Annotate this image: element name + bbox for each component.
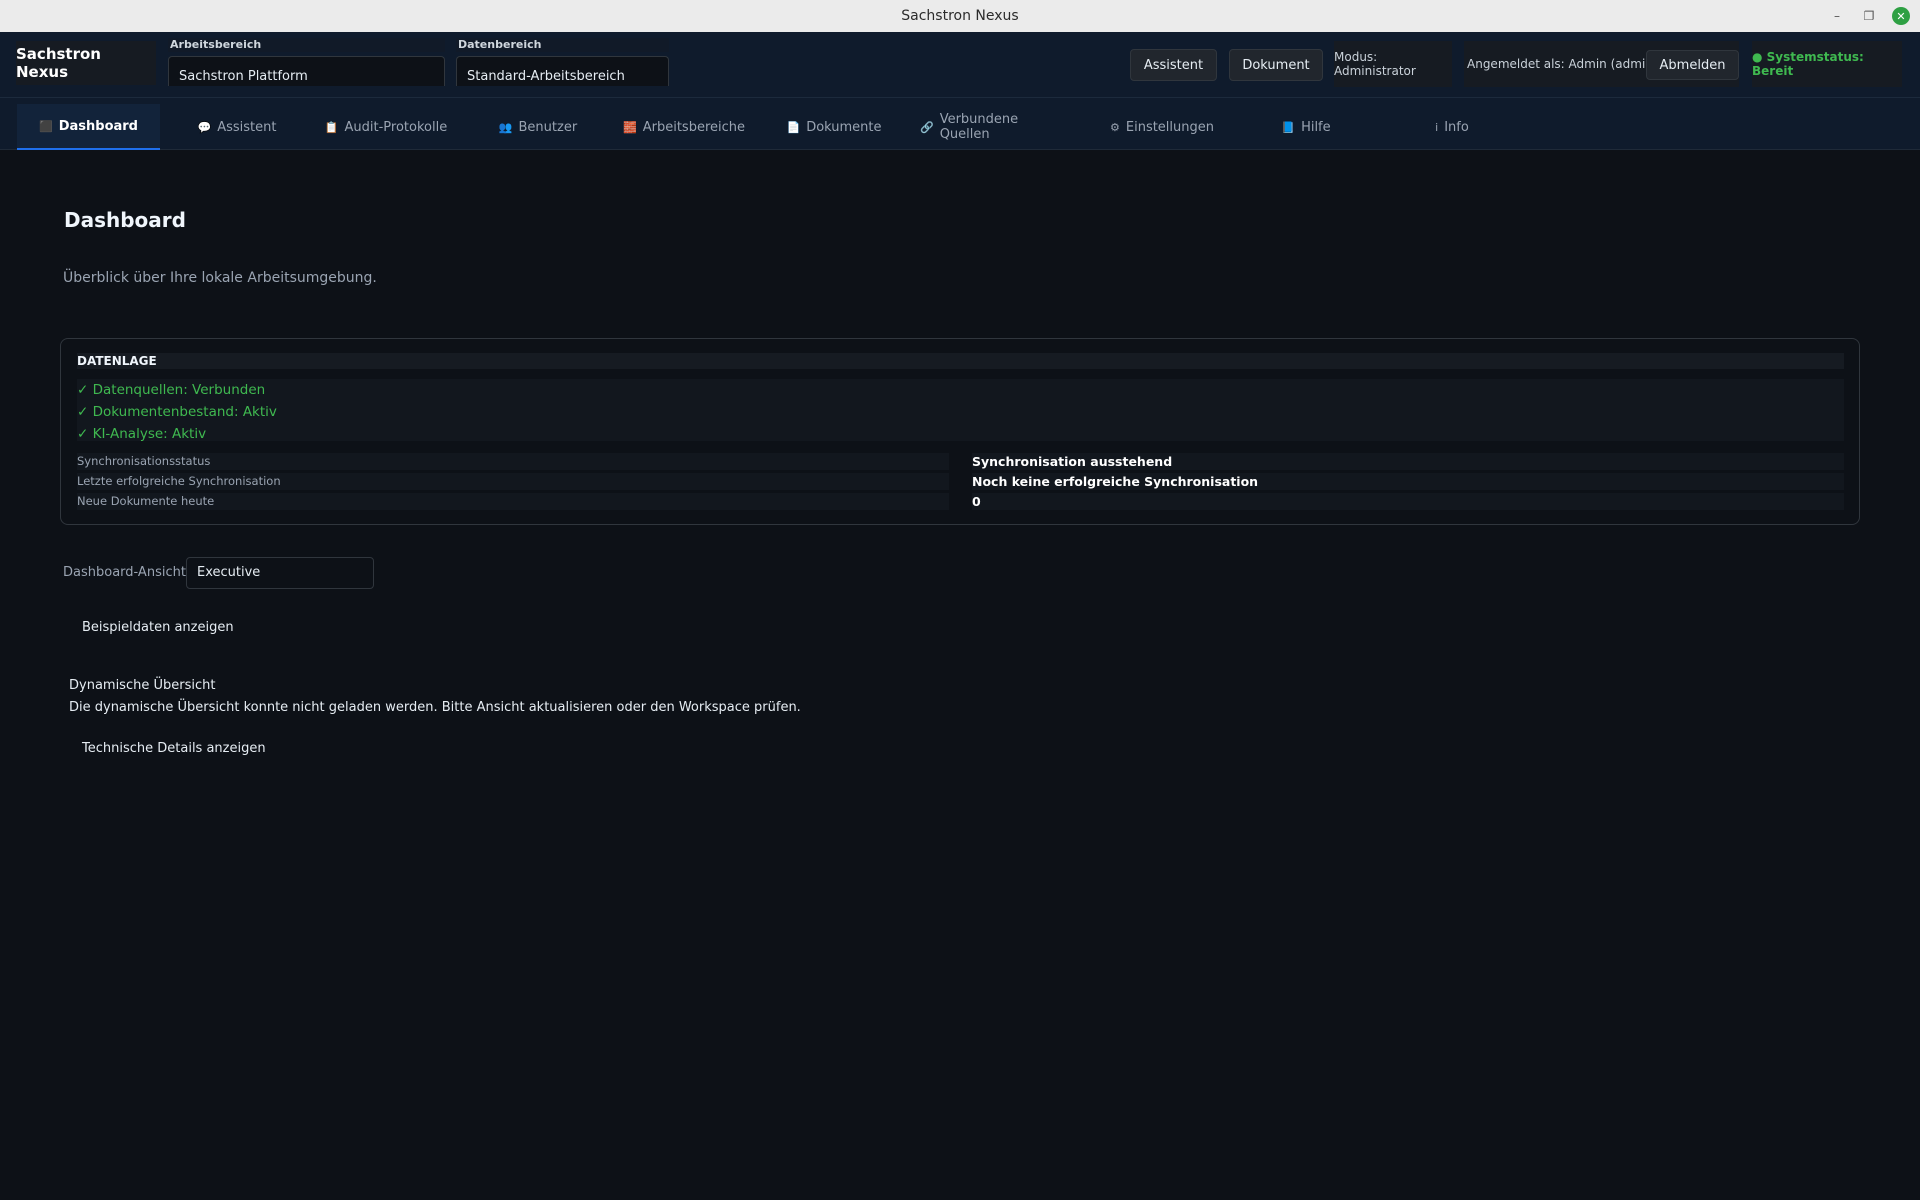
tab-label: Benutzer [518,119,578,135]
datenlage-card: DATENLAGE ✓ Datenquellen: Verbunden ✓ Do… [60,338,1860,525]
kv-row: Letzte erfolgreiche Synchronisation Noch… [77,473,1844,490]
window-titlebar: Sachstron Nexus – ❐ ✕ [0,0,1920,32]
document-icon: 📄 [786,120,801,134]
system-status-badge: ● Systemstatus: Bereit [1752,41,1902,87]
app-header: Sachstron Nexus Arbeitsbereich Sachstron… [0,32,1920,98]
kv-value: 0 [972,493,1844,510]
close-icon[interactable]: ✕ [1892,7,1910,25]
status-checks: ✓ Datenquellen: Verbunden ✓ Dokumentenbe… [77,379,1844,442]
tab-label: Dokumente [806,119,882,135]
minimize-icon[interactable]: – [1828,7,1846,25]
kv-value: Noch keine erfolgreiche Synchronisation [972,473,1844,490]
tab-workspaces[interactable]: 🧱 Arbeitsbereiche [623,104,745,150]
logout-button[interactable]: Abmelden [1646,50,1739,80]
tab-label: Verbundene Quellen [939,112,1019,142]
main-tabs: ⬛ Dashboard 💬 Assistent 📋 Audit-Protokol… [0,98,1920,150]
workspace-label: Arbeitsbereich [168,38,445,52]
gear-icon: ⚙ [1110,120,1120,134]
workspace-select[interactable]: Sachstron Plattform [168,56,445,86]
datarange-select[interactable]: Standard-Arbeitsbereich [456,56,669,86]
tab-label: Assistent [217,119,277,135]
logged-in-text: Angemeldet als: Admin (admin) [1467,57,1658,71]
tab-help[interactable]: 📘 Hilfe [1276,104,1336,150]
assistant-button[interactable]: Assistent [1130,49,1217,81]
kv-key: Synchronisationsstatus [77,453,949,470]
kv-key: Letzte erfolgreiche Synchronisation [77,473,949,490]
tab-label: Dashboard [58,118,138,134]
dashboard-view-select[interactable]: Executive [186,557,374,589]
clipboard-icon: 📋 [324,120,339,134]
info-icon: i [1435,120,1439,134]
bricks-icon: 🧱 [623,120,637,134]
brand-logo: Sachstron Nexus [16,41,156,85]
datenlage-heading: DATENLAGE [77,353,1844,369]
book-icon: 📘 [1281,120,1296,134]
tab-info[interactable]: i Info [1430,104,1474,150]
dynamic-overview-error: Die dynamische Übersicht konnte nicht ge… [69,700,801,715]
page-subtitle: Überblick über Ihre lokale Arbeitsumgebu… [63,270,377,286]
document-button[interactable]: Dokument [1229,49,1323,81]
tab-dashboard[interactable]: ⬛ Dashboard [17,104,160,150]
kv-row: Synchronisationsstatus Synchronisation a… [77,453,1844,470]
kv-row: Neue Dokumente heute 0 [77,493,1844,510]
tab-assistant[interactable]: 💬 Assistent [192,104,282,150]
tab-users[interactable]: 👥 Benutzer [494,104,582,150]
restore-icon[interactable]: ❐ [1860,7,1878,25]
link-icon: 🔗 [920,120,934,134]
tab-label: Audit-Protokolle [344,119,448,135]
kv-value: Synchronisation ausstehend [972,453,1844,470]
dashboard-icon: ⬛ [39,119,53,133]
tab-label: Hilfe [1301,119,1331,135]
dashboard-view-label: Dashboard-Ansicht [63,565,186,580]
tab-label: Arbeitsbereiche [642,119,745,135]
dynamic-overview-title: Dynamische Übersicht [69,678,216,693]
check-item: ✓ KI-Analyse: Aktiv [77,426,207,442]
tab-connected-sources[interactable]: 🔗 Verbundene Quellen [920,104,1070,150]
workspace-selector[interactable]: Arbeitsbereich Sachstron Plattform [168,38,445,86]
tab-label: Einstellungen [1125,119,1214,135]
check-item: ✓ Datenquellen: Verbunden [77,382,266,398]
window-controls: – ❐ ✕ [1828,0,1910,32]
tab-audit-logs[interactable]: 📋 Audit-Protokolle [322,104,450,150]
page-title: Dashboard [64,208,186,232]
show-technical-details-button[interactable]: Technische Details anzeigen [82,741,266,756]
datarange-label: Datenbereich [456,38,669,52]
users-icon: 👥 [498,120,513,134]
tab-settings[interactable]: ⚙ Einstellungen [1106,104,1218,150]
chat-icon: 💬 [197,120,212,134]
mode-indicator: Modus: Administrator [1334,41,1452,87]
tab-label: Info [1444,119,1469,135]
tab-documents[interactable]: 📄 Dokumente [784,104,884,150]
show-sample-data-button[interactable]: Beispieldaten anzeigen [82,620,234,635]
datarange-selector[interactable]: Datenbereich Standard-Arbeitsbereich [456,38,669,86]
window-title: Sachstron Nexus [901,8,1019,24]
kv-key: Neue Dokumente heute [77,493,949,510]
check-item: ✓ Dokumentenbestand: Aktiv [77,404,277,420]
